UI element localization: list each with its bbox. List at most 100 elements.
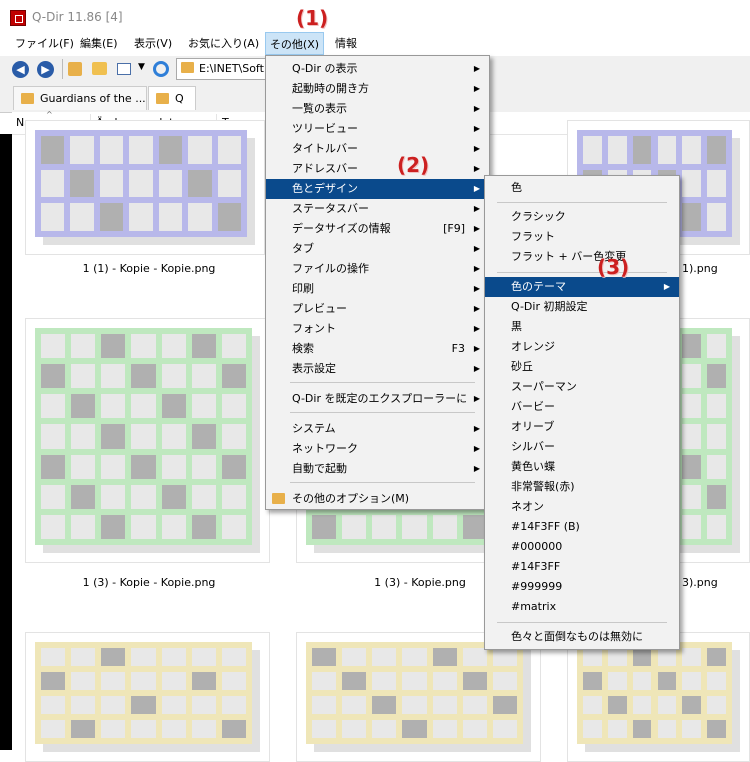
- color-menu-item[interactable]: クラシック: [485, 207, 679, 227]
- menu-item-preview[interactable]: プレビュー ▶: [266, 299, 489, 319]
- thumbnail-cell: [101, 424, 126, 449]
- tab-label: Guardians of the ...: [40, 92, 146, 105]
- view-dropdown-icon[interactable]: ▼: [138, 62, 145, 72]
- color-menu-item[interactable]: #999999: [485, 577, 679, 597]
- menu-item-print[interactable]: 印刷 ▶: [266, 279, 489, 299]
- menu-item-label: #14F3FF: [511, 560, 561, 573]
- chevron-right-icon: ▶: [473, 184, 480, 193]
- thumbnail-cell: [101, 484, 126, 509]
- thumbnail-cell: [71, 648, 96, 666]
- back-button[interactable]: ◀: [12, 61, 29, 78]
- color-menu-item[interactable]: #14F3FF (B): [485, 517, 679, 537]
- file-label[interactable]: 1 (3) - Kopie - Kopie.png: [39, 576, 259, 589]
- thumbnail-cell: [188, 169, 212, 198]
- menu-item-status-bar[interactable]: ステータスバー ▶: [266, 199, 489, 219]
- color-menu-item[interactable]: 黒: [485, 317, 679, 337]
- menu-item-label: 色のテーマ: [511, 280, 566, 293]
- new-folder-icon[interactable]: [92, 62, 107, 75]
- thumbnail-cell: [131, 720, 156, 738]
- color-menu-item[interactable]: #matrix: [485, 597, 679, 617]
- thumbnail-cell: [191, 648, 216, 666]
- menu-item-other-options[interactable]: その他のオプション(M): [266, 489, 489, 509]
- thumbnail-cell: [99, 203, 124, 231]
- sort-up-icon: ^: [46, 110, 53, 119]
- color-menu-item[interactable]: #14F3FF: [485, 557, 679, 577]
- folder-up-icon[interactable]: [68, 62, 82, 76]
- menu-other[interactable]: その他(X): [265, 32, 324, 55]
- thumbnail-cell: [682, 394, 702, 419]
- menu-item-label: Q-Dir を既定のエクスプローラーに: [292, 392, 468, 405]
- menu-item-label: ツリービュー: [292, 122, 358, 135]
- menu-item-label: 検索: [292, 342, 314, 355]
- thumbnail-cell: [583, 672, 602, 690]
- thumbnail-cell: [217, 136, 241, 164]
- menu-file[interactable]: ファイル(F): [11, 35, 78, 53]
- thumbnail-cell: [221, 672, 246, 690]
- menu-item-address-bar[interactable]: アドレスバー ▶: [266, 159, 489, 179]
- menu-item-data-size-info[interactable]: データサイズの情報 [F9] ▶: [266, 219, 489, 239]
- app-icon: [10, 10, 26, 26]
- menu-item-label: 印刷: [292, 282, 314, 295]
- color-menu-item[interactable]: フラット + バー色変更: [485, 247, 679, 267]
- menu-item-label: アドレスバー: [292, 162, 358, 175]
- menu-item-autostart[interactable]: 自動で起動 ▶: [266, 459, 489, 479]
- thumbnail-cell: [217, 169, 241, 198]
- tab-guardians[interactable]: Guardians of the ...: [13, 86, 147, 110]
- color-menu-item[interactable]: 色々と面倒なものは無効に: [485, 627, 679, 647]
- menu-item-tree-view[interactable]: ツリービュー ▶: [266, 119, 489, 139]
- thumbnail-cell: [71, 454, 96, 479]
- color-menu-item[interactable]: オリーブ: [485, 417, 679, 437]
- color-menu-item[interactable]: フラット: [485, 227, 679, 247]
- file-label[interactable]: 3).png: [682, 576, 742, 589]
- thumbnail-cell: [188, 203, 212, 231]
- menu-item-startup-mode[interactable]: 起動時の開き方 ▶: [266, 79, 489, 99]
- forward-button[interactable]: ▶: [37, 61, 54, 78]
- thumbnail-cell: [41, 136, 65, 164]
- color-menu-item[interactable]: 黄色い蝶: [485, 457, 679, 477]
- view-mode-icon[interactable]: [117, 63, 131, 75]
- color-menu-item[interactable]: スーパーマン: [485, 377, 679, 397]
- annotation-step-3: (3): [597, 255, 630, 279]
- file-label[interactable]: 1).png: [682, 262, 742, 275]
- menu-item-label: スーパーマン: [511, 380, 577, 393]
- file-label[interactable]: 1 (1) - Kopie - Kopie.png: [39, 262, 259, 275]
- color-menu-item[interactable]: ネオン: [485, 497, 679, 517]
- menu-edit[interactable]: 編集(E): [76, 35, 122, 53]
- color-menu-item[interactable]: シルバー: [485, 437, 679, 457]
- menu-item-qdir-view[interactable]: Q-Dir の表示 ▶: [266, 59, 489, 79]
- menu-favorites[interactable]: お気に入り(A): [184, 35, 263, 53]
- thumbnail-cell: [41, 334, 66, 359]
- thumbnail-cell: [632, 648, 652, 666]
- menu-item-label: 起動時の開き方: [292, 82, 369, 95]
- menu-item-view-settings[interactable]: 表示設定 ▶: [266, 359, 489, 379]
- menu-item-color-design[interactable]: 色とデザイン ▶: [266, 179, 489, 199]
- thumbnail-cell: [682, 203, 702, 231]
- color-menu-item[interactable]: 非常警報(赤): [485, 477, 679, 497]
- menu-item-list-view[interactable]: 一覧の表示 ▶: [266, 99, 489, 119]
- color-menu-item[interactable]: #000000: [485, 537, 679, 557]
- menu-item-label: 表示設定: [292, 362, 336, 375]
- color-menu-item[interactable]: 砂丘: [485, 357, 679, 377]
- color-menu-item[interactable]: オレンジ: [485, 337, 679, 357]
- menu-info[interactable]: 情報: [331, 35, 361, 53]
- thumbnail-cell: [312, 648, 337, 666]
- menu-item-default-explorer[interactable]: Q-Dir を既定のエクスプローラーに ▶: [266, 389, 489, 409]
- thumbnail-cell: [707, 672, 726, 690]
- menu-item-font[interactable]: フォント ▶: [266, 319, 489, 339]
- menu-item-tabs[interactable]: タブ ▶: [266, 239, 489, 259]
- menu-item-search[interactable]: 検索 F3 ▶: [266, 339, 489, 359]
- refresh-icon[interactable]: [153, 61, 169, 77]
- menu-item-system[interactable]: システム ▶: [266, 419, 489, 439]
- menu-item-title-bar[interactable]: タイトルバー ▶: [266, 139, 489, 159]
- color-menu-item[interactable]: Q-Dir 初期設定: [485, 297, 679, 317]
- color-menu-item[interactable]: バービー: [485, 397, 679, 417]
- color-menu-item[interactable]: 色のテーマ ▶: [485, 277, 679, 297]
- menu-item-file-operations[interactable]: ファイルの操作 ▶: [266, 259, 489, 279]
- tab-q[interactable]: Q: [148, 86, 196, 110]
- thumbnail-cell: [682, 484, 702, 509]
- menu-item-label: #000000: [511, 540, 563, 553]
- menu-view[interactable]: 表示(V): [130, 35, 176, 53]
- thumbnail-cell: [191, 514, 216, 539]
- menu-item-network[interactable]: ネットワーク ▶: [266, 439, 489, 459]
- menu-item-label: フラット: [511, 230, 555, 243]
